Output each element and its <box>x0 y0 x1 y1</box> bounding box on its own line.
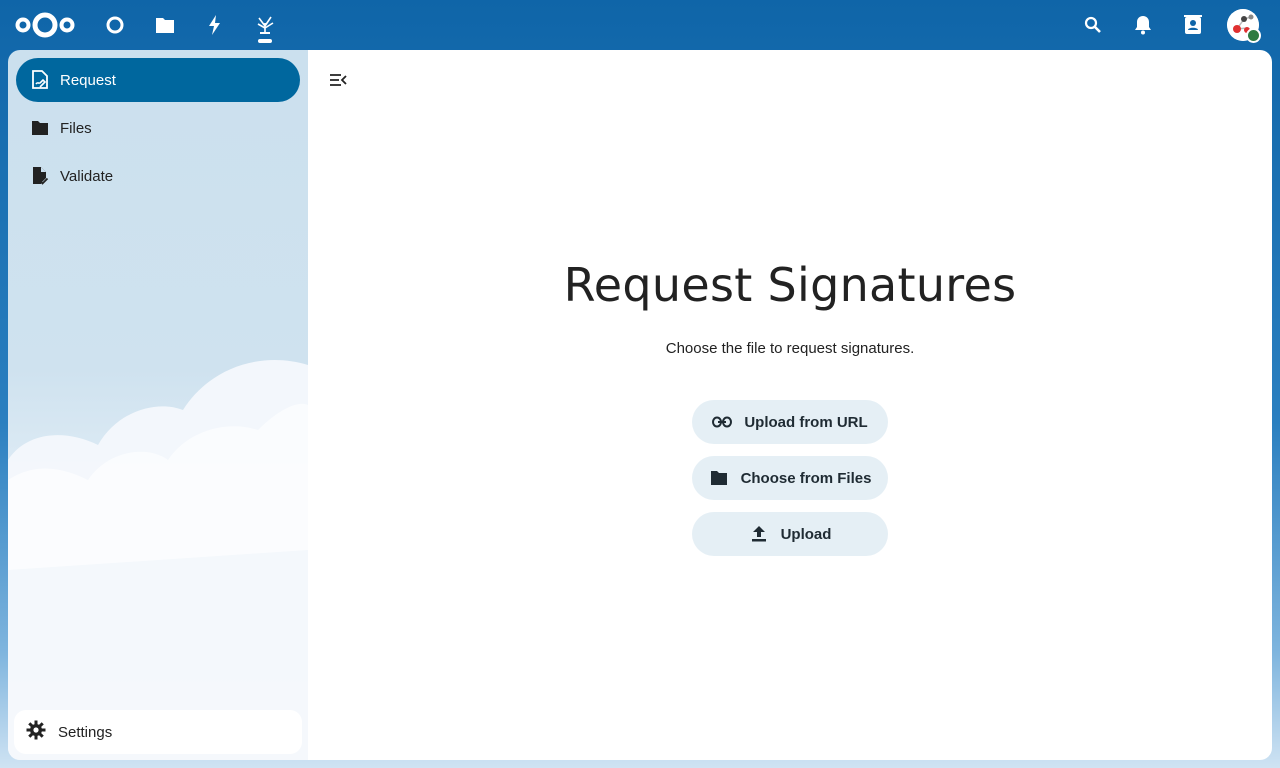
active-app-indicator <box>258 39 272 43</box>
button-label: Upload <box>780 525 832 543</box>
activity-app-icon[interactable] <box>202 12 228 38</box>
link-icon <box>712 412 733 432</box>
gear-icon <box>26 720 46 744</box>
upload-button[interactable]: Upload <box>692 512 888 556</box>
contacts-icon[interactable] <box>1180 12 1206 38</box>
nextcloud-logo-icon[interactable] <box>14 10 76 40</box>
sidebar-item-label: Request <box>60 71 116 89</box>
settings-button[interactable]: Settings <box>14 710 302 754</box>
upload-from-url-button[interactable]: Upload from URL <box>692 400 888 444</box>
page-title: Request Signatures <box>563 258 1017 312</box>
upload-icon <box>749 524 769 544</box>
page-subtitle: Choose the file to request signatures. <box>665 340 915 357</box>
bell-icon[interactable] <box>1130 12 1156 38</box>
choose-from-files-button[interactable]: Choose from Files <box>692 456 888 500</box>
files-app-icon[interactable] <box>152 12 178 38</box>
file-check-icon <box>30 166 50 186</box>
sidebar-item-files[interactable]: Files <box>16 106 300 150</box>
dashboard-app-icon[interactable] <box>102 12 128 38</box>
sidebar-item-request[interactable]: Request <box>16 58 300 102</box>
top-header <box>0 0 1280 50</box>
app-navigation: Request Files Validate Settings <box>8 50 308 760</box>
sidebar-item-label: Validate <box>60 167 114 185</box>
folder-icon <box>709 468 729 488</box>
folder-icon <box>30 118 50 138</box>
button-label: Choose from Files <box>740 469 872 487</box>
toggle-navigation-button[interactable] <box>326 68 350 92</box>
signature-icon <box>30 70 50 90</box>
libresign-app-icon[interactable] <box>252 12 278 38</box>
main-content: Request Signatures Choose the file to re… <box>308 50 1272 760</box>
search-icon[interactable] <box>1080 12 1106 38</box>
online-status-badge <box>1246 28 1261 43</box>
settings-label: Settings <box>58 723 113 741</box>
sidebar-item-validate[interactable]: Validate <box>16 154 300 198</box>
menu-collapse-icon <box>330 74 347 86</box>
button-label: Upload from URL <box>744 413 868 431</box>
sidebar-item-label: Files <box>60 119 92 137</box>
